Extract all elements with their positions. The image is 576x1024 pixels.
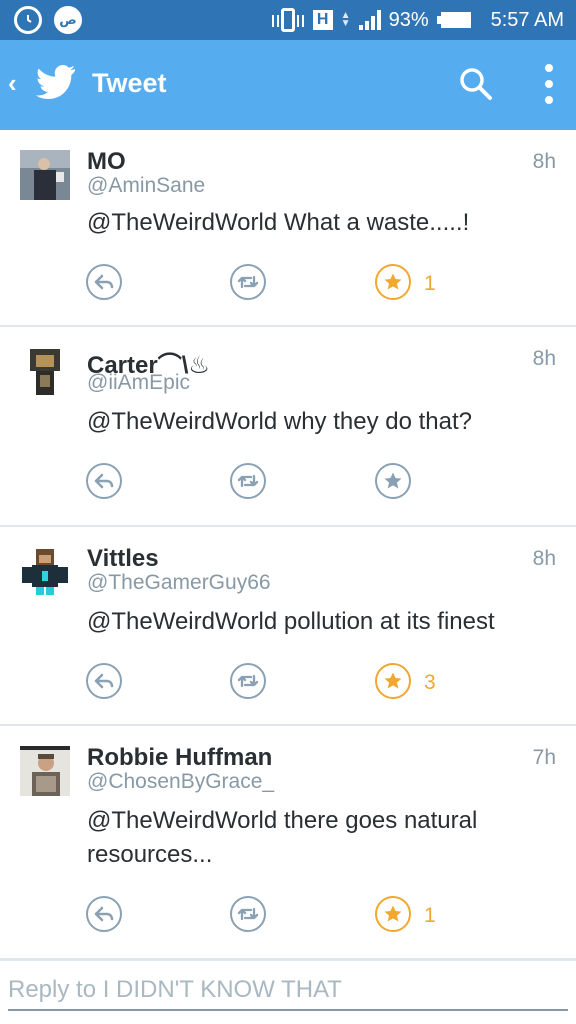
tweet-time: 8h — [532, 347, 556, 370]
reply-icon[interactable] — [86, 463, 122, 499]
prayer-app-icon: ص — [54, 6, 82, 34]
reply-icon[interactable] — [86, 896, 122, 932]
battery-percent: 93% — [388, 8, 429, 31]
retweet-icon[interactable] — [230, 663, 266, 699]
tweet-author-name[interactable]: MO — [87, 148, 126, 176]
tweet-text: @TheWeirdWorld why they do that? — [87, 408, 472, 435]
battery-icon — [436, 12, 471, 28]
search-icon[interactable] — [458, 66, 494, 107]
tweet-item[interactable]: Carter⌒\♨ @iiAmEpic 8h @TheWeirdWorld wh… — [0, 327, 576, 527]
reply-input[interactable] — [8, 971, 568, 1011]
tweet-time: 7h — [532, 746, 556, 769]
tweet-item[interactable]: Robbie Huffman @ChosenByGrace_ 7h @TheWe… — [0, 726, 576, 958]
favorite-icon[interactable] — [375, 264, 411, 300]
tweet-time: 8h — [532, 547, 556, 570]
retweet-icon[interactable] — [230, 264, 266, 300]
favorite-icon[interactable] — [375, 463, 411, 499]
favorite-icon[interactable] — [375, 663, 411, 699]
data-activity-icon: ▲ ▼ — [340, 10, 351, 29]
reply-icon[interactable] — [86, 663, 122, 699]
favorite-count: 3 — [424, 671, 436, 694]
page-title: Tweet — [92, 68, 167, 98]
back-icon[interactable]: ‹ — [8, 68, 17, 99]
tweet-text: @TheWeirdWorld there goes natural resour… — [87, 807, 478, 868]
avatar[interactable] — [20, 547, 70, 597]
status-bar: ص H ▲ ▼ 93% 5:57 AM — [0, 0, 576, 40]
tweet-author-handle[interactable]: @iiAmEpic — [87, 371, 190, 395]
favorite-icon[interactable] — [375, 896, 411, 932]
tweet-author-handle[interactable]: @AminSane — [87, 174, 205, 198]
alarm-icon — [14, 6, 42, 34]
signal-icon — [358, 10, 381, 30]
avatar[interactable] — [20, 746, 70, 796]
notification-icons: ص — [14, 6, 82, 34]
clock: 5:57 AM — [490, 8, 564, 31]
favorite-count: 1 — [424, 904, 436, 927]
tweet-text: @TheWeirdWorld What a waste.....! — [87, 209, 470, 236]
reply-bar — [0, 958, 576, 1024]
reply-icon[interactable] — [86, 264, 122, 300]
tweet-author-handle[interactable]: @ChosenByGrace_ — [87, 770, 274, 794]
tweet-item[interactable]: Vittles @TheGamerGuy66 8h @TheWeirdWorld… — [0, 527, 576, 726]
retweet-icon[interactable] — [230, 463, 266, 499]
tweet-text: @TheWeirdWorld pollution at its finest — [87, 608, 495, 635]
overflow-menu-icon[interactable] — [543, 64, 555, 104]
avatar[interactable] — [20, 347, 70, 397]
tweet-author-name[interactable]: Vittles — [87, 545, 159, 573]
vibrate-icon — [271, 8, 304, 32]
retweet-icon[interactable] — [230, 896, 266, 932]
twitter-bird-icon[interactable] — [35, 65, 76, 104]
network-type-badge: H — [312, 10, 333, 30]
tweet-author-handle[interactable]: @TheGamerGuy66 — [87, 571, 271, 595]
tweet-time: 8h — [532, 150, 556, 173]
favorite-count: 1 — [424, 272, 436, 295]
tweet-author-name[interactable]: Robbie Huffman — [87, 744, 272, 772]
avatar[interactable] — [20, 150, 70, 200]
tweet-item[interactable]: MO @AminSane 8h @TheWeirdWorld What a wa… — [0, 130, 576, 327]
app-bar: ‹ Tweet — [0, 40, 576, 130]
system-indicators: H ▲ ▼ 93% 5:57 AM — [271, 0, 564, 40]
